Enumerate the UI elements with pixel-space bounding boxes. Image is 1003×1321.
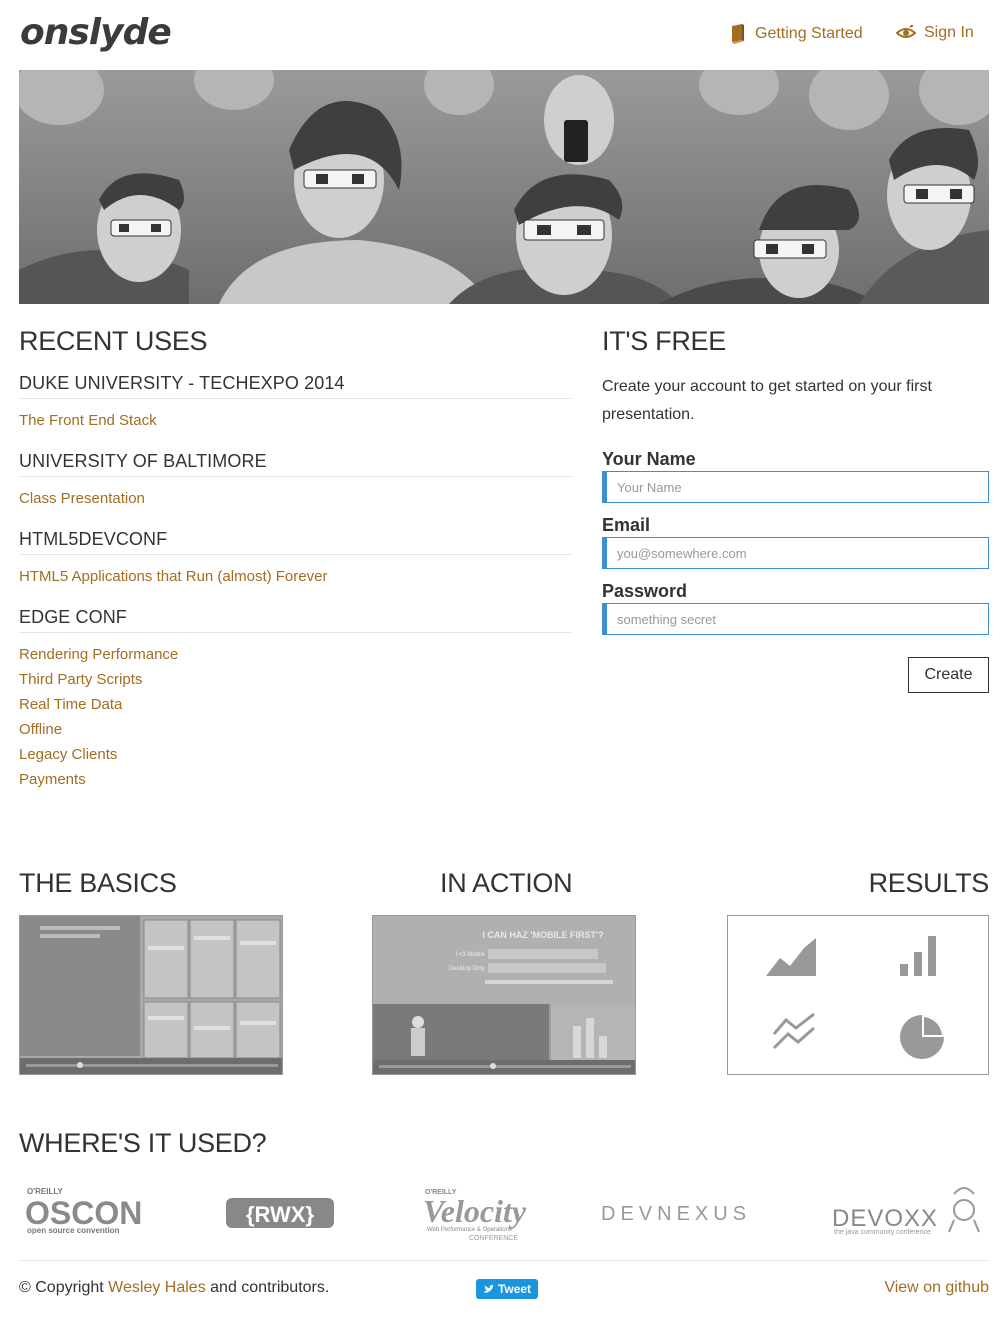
talk-link[interactable]: Payments <box>19 772 572 788</box>
devoxx-logo: DEVOXX the java community conference <box>832 1187 980 1236</box>
getting-started-label: Getting Started <box>755 25 863 42</box>
talk-link[interactable]: HTML5 Applications that Run (almost) For… <box>19 569 572 585</box>
svg-text:DEVOXX: DEVOXX <box>832 1205 938 1232</box>
talk-link[interactable]: Class Presentation <box>19 491 572 507</box>
site-header: onslyde Getting Started Sign In <box>0 0 1003 70</box>
results-box[interactable] <box>727 915 989 1075</box>
svg-text:the java community conference: the java community conference <box>834 1229 931 1236</box>
event-title: HTML5DEVCONF <box>19 529 572 555</box>
in-action-video-thumbnail[interactable]: I CAN HAZ 'MOBILE FIRST'? I <3 Mobile De… <box>372 915 636 1075</box>
tweet-button[interactable]: Tweet <box>476 1279 538 1299</box>
event-title: UNIVERSITY OF BALTIMORE <box>19 451 572 477</box>
talk-link[interactable]: Legacy Clients <box>19 747 572 763</box>
area-chart-icon <box>766 938 816 976</box>
talk-link[interactable]: The Front End Stack <box>19 413 572 429</box>
name-field[interactable] <box>602 471 989 503</box>
copyright: © Copyright Wesley Hales and contributor… <box>19 1279 329 1297</box>
sign-in-label: Sign In <box>924 24 974 41</box>
line-chart-icon <box>772 1012 815 1050</box>
hero-image <box>19 70 989 304</box>
github-link[interactable]: View on github <box>884 1279 989 1297</box>
event-html5devconf: HTML5DEVCONF HTML5 Applications that Run… <box>19 529 572 585</box>
slide-row-1: I <3 Mobile <box>455 952 485 958</box>
basics-video-thumbnail[interactable] <box>19 915 283 1075</box>
svg-text:Velocity: Velocity <box>423 1193 527 1229</box>
slide-row-2: Desktop Only <box>449 966 485 972</box>
email-field[interactable] <box>602 537 989 569</box>
talk-link[interactable]: Offline <box>19 722 572 738</box>
tweet-label: Tweet <box>497 1282 532 1296</box>
signup-intro: Create your account to get started on yo… <box>602 378 932 423</box>
results-heading: RESULTS <box>868 868 990 898</box>
twitter-bird-icon <box>482 1284 494 1293</box>
recent-uses-section: RECENT USES DUKE UNIVERSITY - TECHEXPO 2… <box>19 326 572 788</box>
event-duke: DUKE UNIVERSITY - TECHEXPO 2014 The Fron… <box>19 373 572 429</box>
svg-text:{RWX}: {RWX} <box>246 1202 314 1227</box>
talk-link[interactable]: Real Time Data <box>19 697 572 713</box>
devnexus-logo: DEVNEXUS <box>601 1203 751 1225</box>
talk-link[interactable]: Rendering Performance <box>19 647 572 663</box>
password-label: Password <box>602 581 688 601</box>
slide-title: I CAN HAZ 'MOBILE FIRST'? <box>482 930 603 940</box>
copyright-prefix: © Copyright <box>19 1279 104 1296</box>
getting-started-link[interactable]: Getting Started <box>729 24 863 44</box>
talk-link[interactable]: Third Party Scripts <box>19 672 572 688</box>
signup-heading: IT'S FREE <box>602 326 726 356</box>
signup-section: IT'S FREE Create your account to get sta… <box>602 326 989 693</box>
svg-text:open source convention: open source convention <box>27 1226 120 1235</box>
eye-icon <box>896 25 916 38</box>
where-used-heading: WHERE'S IT USED? <box>19 1128 267 1158</box>
event-title: EDGE CONF <box>19 607 572 633</box>
event-title: DUKE UNIVERSITY - TECHEXPO 2014 <box>19 373 572 399</box>
oscon-logo: O'REILLY OSCON open source convention <box>25 1187 143 1235</box>
svg-text:Web Performance & Operations: Web Performance & Operations <box>427 1227 512 1233</box>
copyright-suffix: and contributors. <box>210 1279 330 1296</box>
footer-divider <box>19 1260 989 1261</box>
password-field[interactable] <box>602 603 989 635</box>
svg-text:DEVNEXUS: DEVNEXUS <box>601 1203 751 1225</box>
logo[interactable]: onslyde <box>20 12 172 53</box>
sign-in-link[interactable]: Sign In <box>896 24 974 42</box>
email-label: Email <box>602 515 651 535</box>
recent-uses-heading: RECENT USES <box>19 326 208 356</box>
event-edgeconf: EDGE CONF Rendering Performance Third Pa… <box>19 607 572 788</box>
author-link[interactable]: Wesley Hales <box>108 1279 206 1296</box>
create-button[interactable]: Create <box>908 657 989 693</box>
in-action-heading: IN ACTION <box>440 868 573 898</box>
pie-chart-icon <box>900 1015 944 1059</box>
velocity-logo: O'REILLY Velocity Web Performance & Oper… <box>423 1189 527 1242</box>
svg-text:CONFERENCE: CONFERENCE <box>469 1235 518 1242</box>
bar-chart-icon <box>900 936 936 976</box>
name-label: Your Name <box>602 449 696 469</box>
client-logos: O'REILLY OSCON open source convention {R… <box>19 1180 989 1250</box>
event-baltimore: UNIVERSITY OF BALTIMORE Class Presentati… <box>19 451 572 507</box>
rwx-logo: {RWX} <box>226 1198 334 1228</box>
book-icon <box>732 24 744 44</box>
basics-heading: THE BASICS <box>19 868 177 898</box>
